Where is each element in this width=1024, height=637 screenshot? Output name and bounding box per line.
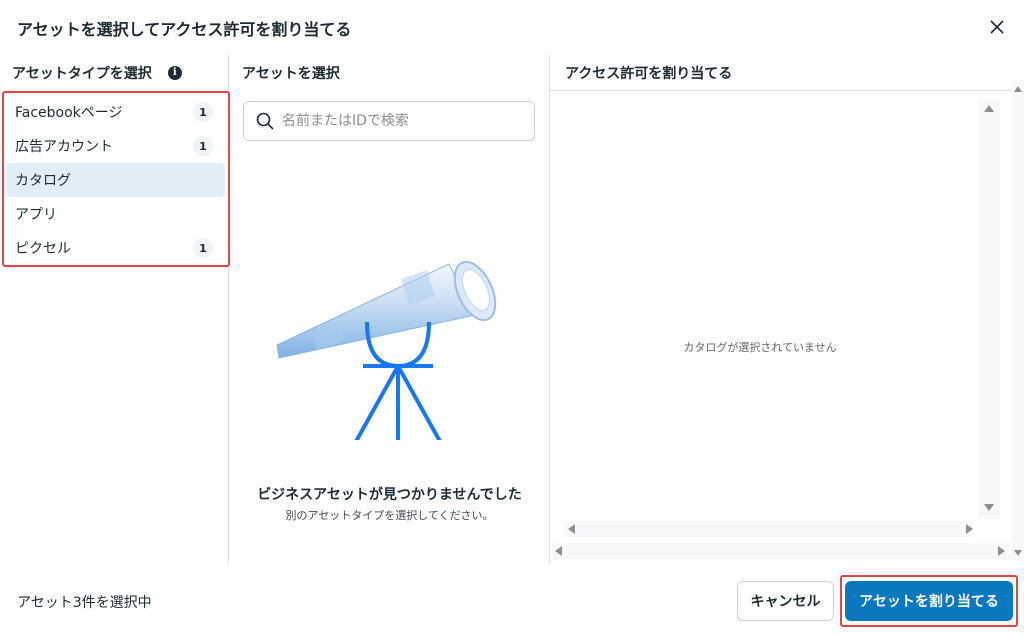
outer-horizontal-scrollbar[interactable] bbox=[552, 543, 1010, 559]
asset-type-app[interactable]: アプリ bbox=[7, 197, 225, 231]
info-icon[interactable]: i bbox=[167, 66, 182, 80]
asset-type-column: アセットタイプを選択 i Facebookページ 1 広告アカウント 1 カタロ… bbox=[0, 55, 230, 563]
scroll-left-arrow-icon[interactable] bbox=[568, 524, 575, 534]
asset-type-ad-account[interactable]: 広告アカウント 1 bbox=[7, 129, 225, 163]
asset-select-header: アセットを選択 bbox=[242, 66, 340, 82]
vertical-scrollbar[interactable] bbox=[978, 99, 1000, 519]
assign-assets-button[interactable]: アセットを割り当てる bbox=[845, 581, 1013, 621]
asset-type-label: ピクセル bbox=[15, 241, 71, 257]
permissions-header: アクセス許可を割り当てる bbox=[565, 66, 733, 82]
scroll-down-arrow-icon[interactable] bbox=[984, 504, 994, 511]
scroll-right-arrow-icon[interactable] bbox=[966, 524, 973, 534]
search-box[interactable] bbox=[243, 101, 535, 141]
asset-type-header-label: アセットタイプを選択 bbox=[12, 66, 152, 82]
asset-type-label: アプリ bbox=[15, 207, 57, 223]
telescope-illustration bbox=[276, 261, 497, 440]
permissions-column: アクセス許可を割り当てる カタログが選択されていません bbox=[550, 55, 1012, 563]
scroll-right-arrow-icon[interactable] bbox=[998, 546, 1005, 556]
count-badge: 1 bbox=[193, 238, 213, 258]
scroll-left-arrow-icon[interactable] bbox=[555, 546, 562, 556]
search-icon bbox=[256, 112, 274, 130]
search-input[interactable] bbox=[282, 113, 522, 129]
page-vertical-scrollbar[interactable] bbox=[1012, 80, 1024, 560]
permissions-scroll-area[interactable]: カタログが選択されていません bbox=[550, 91, 1012, 563]
asset-type-header: アセットタイプを選択 i bbox=[12, 58, 182, 88]
cancel-button[interactable]: キャンセル bbox=[737, 581, 834, 621]
asset-type-label: カタログ bbox=[15, 173, 71, 189]
scroll-down-arrow-icon[interactable] bbox=[1014, 550, 1022, 556]
asset-type-catalog[interactable]: カタログ bbox=[7, 163, 225, 197]
scroll-up-arrow-icon[interactable] bbox=[1014, 86, 1022, 92]
no-catalog-selected-text: カタログが選択されていません bbox=[683, 341, 837, 354]
scroll-up-arrow-icon[interactable] bbox=[984, 105, 994, 112]
selection-status: アセット3件を選択中 bbox=[17, 595, 152, 611]
asset-type-pixel[interactable]: ピクセル 1 bbox=[7, 231, 225, 265]
asset-type-list: Facebookページ 1 広告アカウント 1 カタログ アプリ ピクセル 1 bbox=[2, 91, 230, 267]
asset-type-label: 広告アカウント bbox=[15, 139, 113, 155]
count-badge: 1 bbox=[193, 102, 213, 122]
asset-selection-columns: アセットタイプを選択 i Facebookページ 1 広告アカウント 1 カタロ… bbox=[0, 55, 1024, 563]
empty-state-subtitle: 別のアセットタイプを選択してください。 bbox=[285, 509, 494, 522]
inner-horizontal-scrollbar[interactable] bbox=[564, 521, 972, 537]
count-badge: 1 bbox=[193, 136, 213, 156]
close-button[interactable] bbox=[984, 14, 1010, 40]
asset-type-label: Facebookページ bbox=[15, 105, 123, 121]
asset-select-column: アセットを選択 名前またはIDで検索 ビジネスアセットが見つかりませんでした 別… bbox=[229, 55, 550, 563]
dialog-title: アセットを選択してアクセス許可を割り当てる bbox=[17, 20, 352, 39]
empty-state-title: ビジネスアセットが見つかりませんでした bbox=[257, 487, 522, 503]
close-icon bbox=[990, 20, 1004, 34]
asset-type-facebook-page[interactable]: Facebookページ 1 bbox=[7, 95, 225, 129]
